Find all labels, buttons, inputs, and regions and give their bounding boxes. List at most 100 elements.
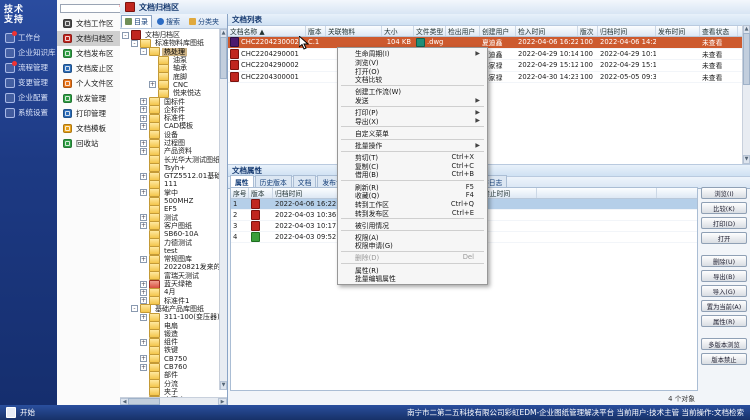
- tree-node[interactable]: + CB760: [122, 363, 227, 371]
- column-header-material[interactable]: 关联物料: [326, 26, 382, 36]
- column-header-checkout-user[interactable]: 检出用户: [446, 26, 480, 36]
- tree-node[interactable]: EF5: [122, 205, 227, 213]
- context-menu-item[interactable]: 转到发布区 Ctrl+E: [339, 208, 486, 217]
- module-item[interactable]: 个人文件区: [57, 76, 127, 91]
- tree-node[interactable]: 电扇: [122, 321, 227, 329]
- tree-node[interactable]: 500MHZ: [122, 197, 227, 205]
- context-menu-item[interactable]: 自定义菜单: [339, 129, 486, 138]
- column-header-index[interactable]: 序号: [231, 188, 249, 198]
- tree-node[interactable]: - 标准物料库图纸: [122, 39, 227, 47]
- tree-node[interactable]: 油泵: [122, 56, 227, 64]
- expander-icon[interactable]: +: [140, 148, 147, 155]
- context-menu-item[interactable]: 借用(B) Ctrl+B: [339, 170, 486, 179]
- tree-node[interactable]: + 产品资料: [122, 147, 227, 155]
- expander-icon[interactable]: +: [140, 106, 147, 113]
- tree-node[interactable]: + 国标件: [122, 97, 227, 105]
- file-row[interactable]: CHC2204300001 72 KB .dwg 韦家禄 2022-04-30 …: [228, 72, 750, 84]
- expander-icon[interactable]: +: [140, 214, 147, 221]
- expander-icon[interactable]: +: [140, 355, 147, 362]
- scroll-thumb[interactable]: [743, 33, 750, 85]
- context-menu-item[interactable]: 导出(X) ▶: [339, 117, 486, 126]
- context-menu-item[interactable]: 文档比较: [339, 75, 486, 84]
- tree-node[interactable]: 力德测试: [122, 238, 227, 246]
- tree-node[interactable]: + 过程图: [122, 139, 227, 147]
- column-header-view-status[interactable]: 查看状态: [700, 26, 738, 36]
- tree-node[interactable]: SB60-10A: [122, 230, 227, 238]
- column-header-publish-time[interactable]: 发布时间: [656, 26, 700, 36]
- context-menu-item[interactable]: 被引用情况: [339, 220, 486, 229]
- tree-node[interactable]: + 掌中: [122, 189, 227, 197]
- tree-node[interactable]: 轴承: [122, 64, 227, 72]
- expander-icon[interactable]: +: [140, 189, 147, 196]
- module-item[interactable]: 文档废止区: [57, 61, 127, 76]
- expander-icon[interactable]: +: [140, 140, 147, 147]
- tree-node[interactable]: - 热处理: [122, 48, 227, 56]
- expander-icon[interactable]: +: [140, 297, 147, 304]
- context-menu-item[interactable]: 权限申请(G): [339, 241, 486, 250]
- module-item[interactable]: 文档归档区: [57, 31, 127, 46]
- tree-node[interactable]: + 测试: [122, 214, 227, 222]
- version-action-button[interactable]: 导入(G): [701, 285, 747, 297]
- column-header-create-user[interactable]: 创建用户: [480, 26, 516, 36]
- expander-icon[interactable]: +: [140, 339, 147, 346]
- file-row[interactable]: CHC2204230002 C.1 104 KB .dwg 夏迪鑫 2022-0…: [228, 37, 750, 49]
- version-action-button[interactable]: 属性(R): [701, 315, 747, 327]
- tree-node[interactable]: + 311-100(变压器): [122, 313, 227, 321]
- expander-icon[interactable]: +: [140, 256, 147, 263]
- file-row[interactable]: CHC2204290002 76 KB .dwg 韦家禄 2022-04-29 …: [228, 60, 750, 72]
- tree-node[interactable]: 部件: [122, 371, 227, 379]
- tree-node[interactable]: 长光华大测试图纸: [122, 155, 227, 163]
- tree-node[interactable]: 悦来悦达: [122, 89, 227, 97]
- expander-icon[interactable]: -: [122, 32, 129, 39]
- expander-icon[interactable]: +: [140, 314, 147, 321]
- tree-node[interactable]: 夹子: [122, 388, 227, 396]
- module-item[interactable]: 回收站: [57, 136, 127, 151]
- expander-icon[interactable]: -: [140, 48, 147, 55]
- version-action-button[interactable]: 删除(U): [701, 255, 747, 267]
- expander-icon[interactable]: +: [140, 364, 147, 371]
- version-action-button[interactable]: 置为当前(A): [701, 300, 747, 312]
- expander-icon[interactable]: +: [140, 115, 147, 122]
- version-action-button[interactable]: 浏览(I): [701, 187, 747, 199]
- search-input[interactable]: [60, 4, 124, 13]
- tree-node[interactable]: 铁键: [122, 346, 227, 354]
- scroll-down-icon[interactable]: ▼: [220, 381, 227, 390]
- tree-node[interactable]: + GTZ5512.01基础: [122, 172, 227, 180]
- version-action-button[interactable]: 打印(D): [701, 217, 747, 229]
- tree-horizontal-scrollbar[interactable]: ◀ ▶: [120, 397, 227, 405]
- column-header-version[interactable]: 版本: [306, 26, 326, 36]
- module-item[interactable]: 文档模板: [57, 121, 127, 136]
- version-action-button[interactable]: 比较(K): [701, 202, 747, 214]
- primary-nav-item[interactable]: 企业知识库: [0, 45, 57, 60]
- tree-node[interactable]: 111: [122, 180, 227, 188]
- tree-tab[interactable]: 目录: [121, 15, 152, 28]
- column-header-checkin-time[interactable]: 检入时间: [516, 26, 578, 36]
- tree-node[interactable]: + CNC: [122, 81, 227, 89]
- scroll-thumb[interactable]: [220, 37, 227, 79]
- context-menu-item[interactable]: 批量操作 ▶: [339, 141, 486, 150]
- tree-node[interactable]: 锻造: [122, 330, 227, 338]
- tree-node[interactable]: + 蓝天绿艳: [122, 280, 227, 288]
- tree-node[interactable]: 底脚: [122, 72, 227, 80]
- version-action-button[interactable]: 版本禁止: [701, 353, 747, 365]
- expander-icon[interactable]: +: [140, 98, 147, 105]
- expander-icon[interactable]: +: [140, 222, 147, 229]
- start-area[interactable]: 开始: [6, 407, 35, 418]
- tree-node[interactable]: 分流: [122, 379, 227, 387]
- module-item[interactable]: 打印管理: [57, 106, 127, 121]
- context-menu-item[interactable]: 批量编辑属性: [339, 274, 486, 283]
- tree-node[interactable]: 富瑞天测试: [122, 272, 227, 280]
- column-header-version[interactable]: 版本: [249, 188, 273, 198]
- module-item[interactable]: 文档工作区: [57, 16, 127, 31]
- primary-nav-item[interactable]: 系统设置: [0, 105, 57, 120]
- expander-icon[interactable]: +: [140, 289, 147, 296]
- tree-node[interactable]: + 4月: [122, 288, 227, 296]
- primary-nav-item[interactable]: 工作台: [0, 30, 57, 45]
- column-header-filetype[interactable]: 文件类型: [414, 26, 446, 36]
- file-list-scrollbar[interactable]: ▲ ▼: [742, 25, 750, 164]
- version-action-button[interactable]: 打开: [701, 232, 747, 244]
- column-header-archive-time[interactable]: 归档时间: [598, 26, 656, 36]
- tree-node[interactable]: - 基础产品库图纸: [122, 305, 227, 313]
- expander-icon[interactable]: -: [131, 40, 138, 47]
- version-action-button[interactable]: 导出(B): [701, 270, 747, 282]
